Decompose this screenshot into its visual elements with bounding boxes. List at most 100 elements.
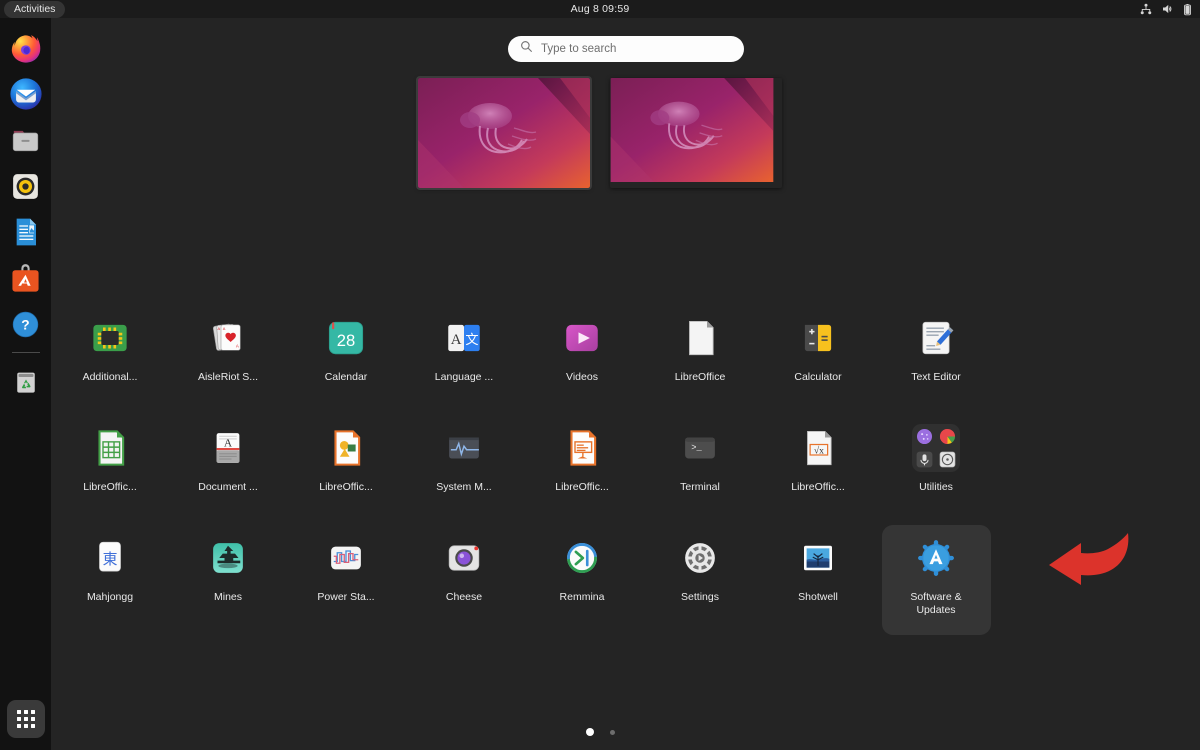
app-item-mines[interactable]: Mines — [174, 525, 283, 635]
battery-icon[interactable] — [1183, 3, 1192, 16]
mahjongg-glyph: 東 — [103, 551, 118, 568]
svg-text:A: A — [218, 326, 221, 331]
annotation-arrow — [1044, 527, 1134, 602]
dock-item-trash[interactable] — [7, 363, 45, 401]
app-item-aisleriot-solitaire[interactable]: AA A AisleRiot S... — [174, 305, 283, 415]
app-label: Remmina — [530, 591, 634, 604]
app-label: Terminal — [648, 481, 752, 494]
app-label: LibreOffic... — [294, 481, 398, 494]
volume-icon[interactable] — [1161, 3, 1174, 15]
app-label: Calendar — [294, 371, 398, 384]
svg-text:?: ? — [21, 317, 29, 332]
app-label: Utilities — [884, 481, 988, 494]
system-tray[interactable] — [1140, 3, 1192, 16]
dock-item-thunderbird[interactable] — [7, 75, 45, 113]
search-input-placeholder[interactable]: Type to search — [541, 43, 616, 55]
firefox-icon — [9, 31, 43, 65]
dock-separator — [12, 352, 40, 353]
gnome-shell-overview: Activities Aug 8 09:59 — [0, 0, 1200, 750]
software-updates-icon — [912, 534, 960, 582]
page-dot-2[interactable] — [610, 730, 615, 735]
disks-icon — [938, 450, 957, 469]
remmina-icon — [558, 534, 606, 582]
play-icon — [558, 314, 606, 362]
app-item-calendar[interactable]: 28 Calendar — [292, 305, 401, 415]
workspace-thumbnail-2[interactable] — [610, 78, 782, 188]
top-bar: Activities Aug 8 09:59 — [0, 0, 1200, 18]
app-item-software-updates[interactable]: Software & Updates — [882, 525, 991, 635]
math-icon: √x — [794, 424, 842, 472]
app-item-settings[interactable]: Settings — [646, 525, 755, 635]
app-label: Calculator — [766, 371, 870, 384]
camera-icon — [440, 534, 488, 582]
app-label: Mines — [176, 591, 280, 604]
app-label: Power Sta... — [294, 591, 398, 604]
network-wired-icon[interactable] — [1140, 3, 1152, 15]
characters-icon — [915, 427, 934, 446]
app-item-libreoffice-draw[interactable]: LibreOffic... — [292, 415, 401, 525]
page-indicator[interactable] — [0, 728, 1200, 736]
app-item-additional-drivers[interactable]: Additional... — [56, 305, 165, 415]
ubuntu-software-icon — [9, 262, 42, 295]
files-icon — [9, 124, 42, 157]
clock[interactable]: Aug 8 09:59 — [0, 3, 1200, 15]
app-label: Shotwell — [766, 591, 870, 604]
document-icon — [676, 314, 724, 362]
app-item-language-support[interactable]: A 文 Language ... — [410, 305, 519, 415]
power-statistics-icon — [322, 534, 370, 582]
spreadsheet-icon — [86, 424, 134, 472]
folder-icon — [912, 424, 960, 472]
page-dot-1[interactable] — [586, 728, 594, 736]
app-grid-row: Additional... AA A AisleRiot S... — [51, 305, 1200, 415]
app-item-cheese[interactable]: Cheese — [410, 525, 519, 635]
app-label: Software & Updates — [884, 591, 988, 616]
app-item-text-editor[interactable]: Text Editor — [882, 305, 991, 415]
search-icon — [520, 40, 533, 58]
dock-item-rhythmbox[interactable] — [7, 167, 45, 205]
app-item-system-monitor[interactable]: System M... — [410, 415, 519, 525]
app-item-libreoffice-calc[interactable]: LibreOffic... — [56, 415, 165, 525]
app-item-libreoffice-math[interactable]: √x LibreOffic... — [764, 415, 873, 525]
shotwell-icon — [794, 534, 842, 582]
recorder-icon — [915, 450, 934, 469]
app-item-calculator[interactable]: Calculator — [764, 305, 873, 415]
dock: ? — [0, 18, 51, 750]
app-label: LibreOffice — [648, 371, 752, 384]
wallpaper-jellyfish — [418, 78, 590, 188]
gear-icon — [676, 534, 724, 582]
app-item-mahjongg[interactable]: 東 Mahjongg — [56, 525, 165, 635]
mahjongg-icon: 東 — [86, 534, 134, 582]
dock-item-firefox[interactable] — [7, 29, 45, 67]
app-grid-row: LibreOffic... A Document ... — [51, 415, 1200, 525]
app-label: LibreOffic... — [766, 481, 870, 494]
help-icon: ? — [9, 308, 42, 341]
dock-item-ubuntu-software[interactable] — [7, 259, 45, 297]
cards-icon: AA A — [204, 314, 252, 362]
app-item-document-scanner[interactable]: A Document ... — [174, 415, 283, 525]
app-item-shotwell[interactable]: Shotwell — [764, 525, 873, 635]
app-item-remmina[interactable]: Remmina — [528, 525, 637, 635]
app-label: System M... — [412, 481, 516, 494]
app-item-terminal[interactable]: >_ Terminal — [646, 415, 755, 525]
dock-item-help[interactable]: ? — [7, 305, 45, 343]
dock-item-files[interactable] — [7, 121, 45, 159]
app-label: Additional... — [58, 371, 162, 384]
app-item-power-statistics[interactable]: Power Sta... — [292, 525, 401, 635]
dock-item-libreoffice-writer[interactable] — [7, 213, 45, 251]
translate-icon: A 文 — [440, 314, 488, 362]
app-grid: Additional... AA A AisleRiot S... — [51, 305, 1200, 635]
workspace-thumbnail-1[interactable] — [418, 78, 590, 188]
app-item-videos[interactable]: Videos — [528, 305, 637, 415]
calculator-icon — [794, 314, 842, 362]
app-item-libreoffice-impress[interactable]: LibreOffic... — [528, 415, 637, 525]
app-folder-utilities[interactable]: Utilities — [882, 415, 991, 525]
calendar-icon: 28 — [322, 314, 370, 362]
arrow-left-icon — [1044, 527, 1134, 597]
svg-text:√x: √x — [814, 445, 824, 456]
app-item-libreoffice[interactable]: LibreOffice — [646, 305, 755, 415]
app-label: Settings — [648, 591, 752, 604]
search-entry[interactable]: Type to search — [508, 36, 744, 62]
app-label: Document ... — [176, 481, 280, 494]
chip-icon — [86, 314, 134, 362]
show-applications-button[interactable] — [7, 700, 45, 738]
